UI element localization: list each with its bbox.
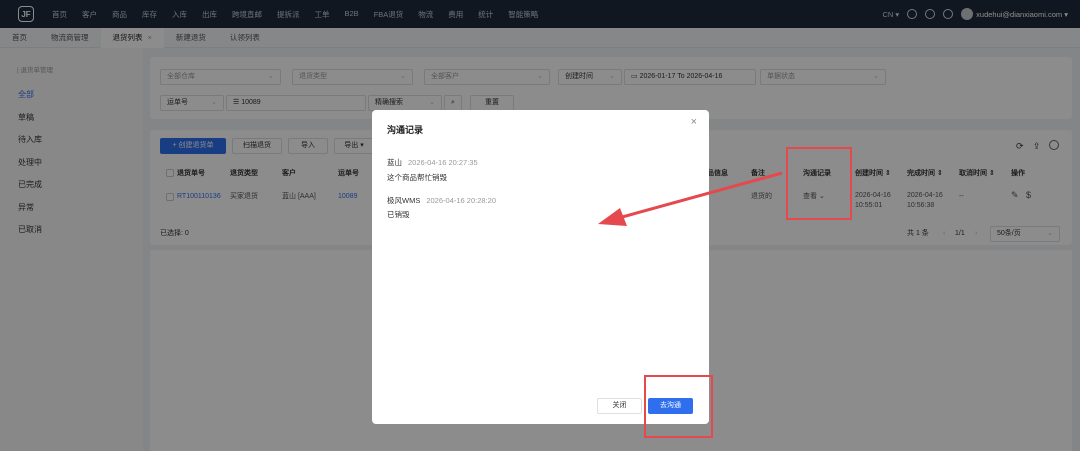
annotation-arrow [598,171,783,226]
arrow-shaft [614,171,783,221]
arrow-head [598,208,627,226]
